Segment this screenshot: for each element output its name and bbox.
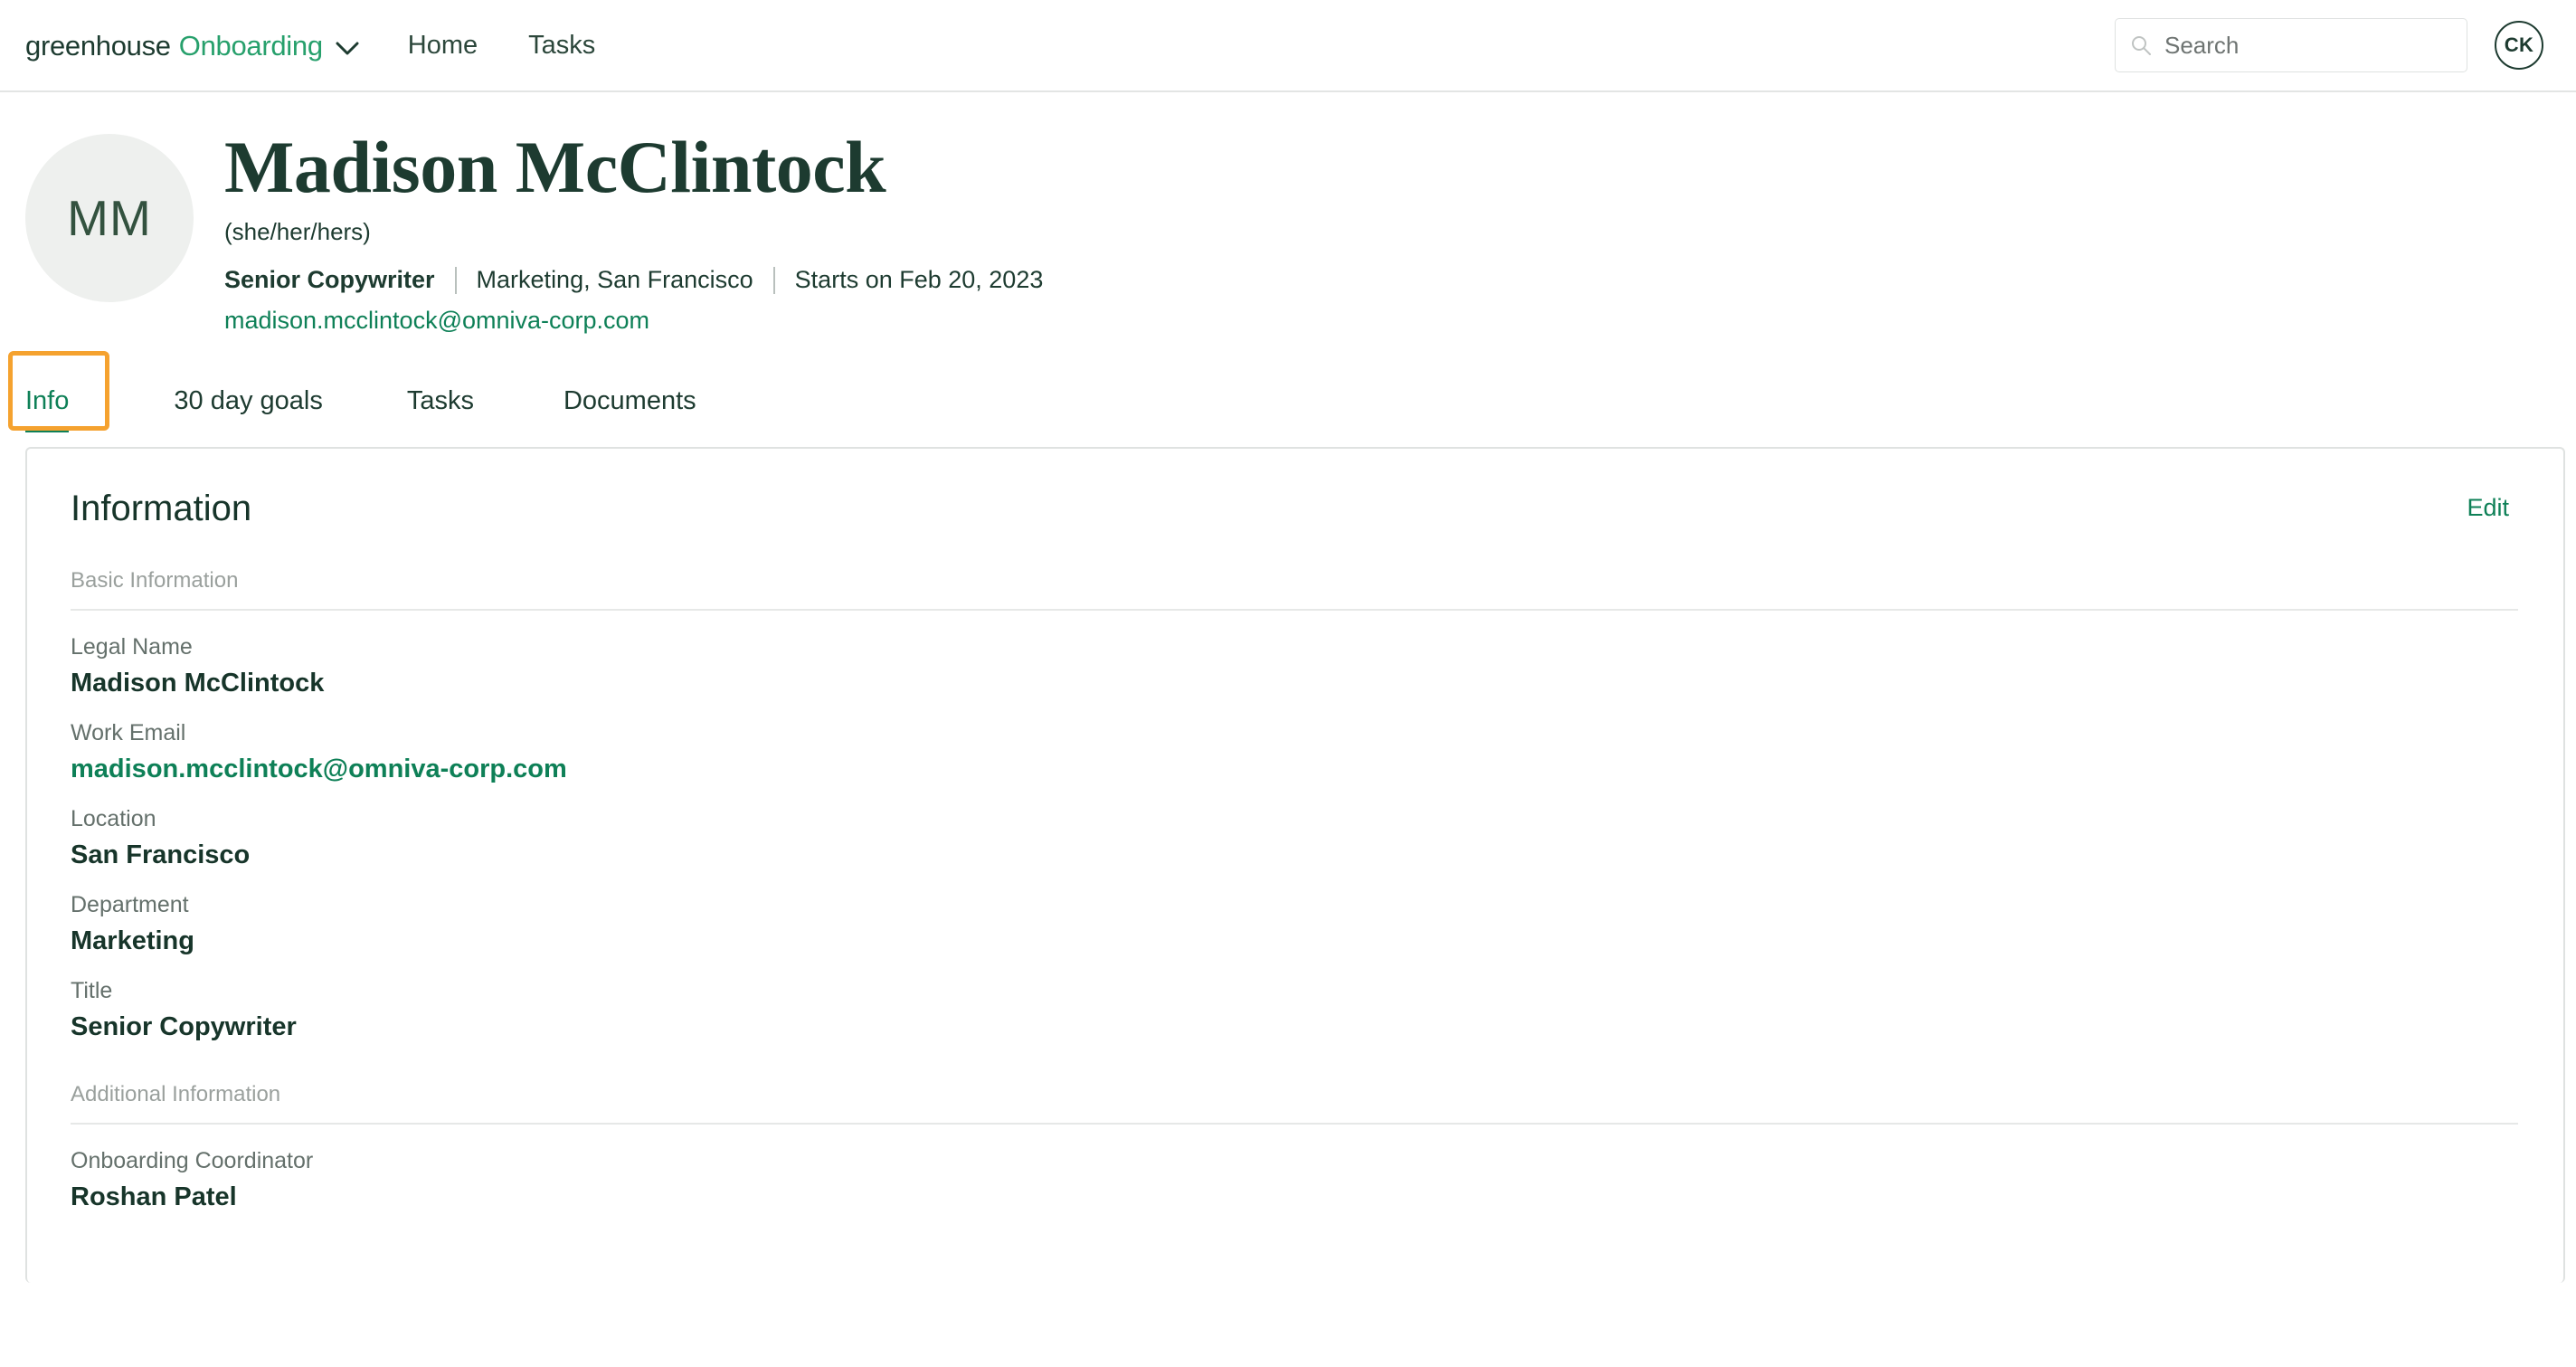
employee-identity-block: Madison McClintock (she/her/hers) Senior… [224, 125, 1043, 333]
brand-logo: greenhouse Onboarding [25, 32, 323, 60]
primary-nav-links: Home Tasks [406, 27, 598, 64]
section-label: Additional Information [71, 1081, 281, 1106]
information-card-title: Information [71, 488, 252, 528]
information-card-header: Information Edit [27, 449, 2563, 527]
field-value: San Francisco [71, 840, 251, 869]
field-onboarding-coordinator: Onboarding Coordinator Roshan Patel [71, 1147, 2518, 1211]
profile-tabs: Info 30 day goals Tasks Documents [0, 350, 2576, 432]
brand-name-greenhouse: greenhouse [25, 29, 171, 62]
search-icon [2130, 34, 2152, 56]
account-avatar[interactable]: CK [2495, 21, 2543, 70]
field-department: Department Marketing [71, 891, 2518, 955]
field-label: Department [71, 891, 189, 917]
employee-profile-header: MM Madison McClintock (she/her/hers) Sen… [0, 92, 2576, 333]
field-value: Senior Copywriter [71, 1011, 297, 1041]
tab-info[interactable]: Info [25, 387, 70, 432]
field-value: Madison McClintock [71, 668, 325, 698]
chevron-down-icon[interactable] [336, 42, 359, 55]
employee-title: Senior Copywriter [224, 266, 435, 294]
tab-30-day-goals[interactable]: 30 day goals [174, 387, 322, 432]
nav-link-tasks[interactable]: Tasks [526, 27, 597, 64]
employee-email-link[interactable]: madison.mcclintock@omniva-corp.com [224, 308, 1043, 333]
brand-product-onboarding: Onboarding [178, 29, 323, 62]
employee-avatar: MM [25, 134, 194, 302]
employee-start-date: Starts on Feb 20, 2023 [794, 266, 1044, 294]
section-additional-information: Additional Information Onboarding Coordi… [27, 1081, 2563, 1211]
field-legal-name: Legal Name Madison McClintock [71, 633, 2518, 698]
page-title: Madison McClintock [224, 126, 886, 208]
field-location: Location San Francisco [71, 805, 2518, 869]
meta-separator [454, 266, 457, 294]
tab-documents[interactable]: Documents [564, 387, 696, 432]
brand-product-switcher[interactable]: greenhouse Onboarding [25, 32, 359, 60]
field-title: Title Senior Copywriter [71, 977, 2518, 1041]
field-value: Marketing [71, 926, 194, 955]
section-label: Basic Information [71, 567, 239, 593]
field-label: Work Email [71, 719, 186, 745]
field-label: Location [71, 805, 156, 831]
field-label: Title [71, 977, 113, 1003]
search-input[interactable]: Search [2115, 18, 2467, 72]
meta-separator [772, 266, 775, 294]
edit-button[interactable]: Edit [2467, 496, 2509, 520]
field-value-email-link[interactable]: madison.mcclintock@omniva-corp.com [71, 755, 2518, 783]
section-divider [71, 608, 2518, 611]
field-value: Roshan Patel [71, 1182, 237, 1211]
tab-tasks[interactable]: Tasks [407, 387, 474, 432]
search-placeholder-text: Search [2164, 32, 2240, 59]
field-label: Legal Name [71, 633, 193, 660]
field-work-email: Work Email madison.mcclintock@omniva-cor… [71, 719, 2518, 783]
employee-department-location: Marketing, San Francisco [476, 266, 753, 294]
section-basic-information: Basic Information Legal Name Madison McC… [27, 567, 2563, 1041]
section-divider [71, 1122, 2518, 1125]
top-navigation-bar: greenhouse Onboarding Home Tasks Search … [0, 0, 2576, 92]
employee-meta-line: Senior Copywriter Marketing, San Francis… [224, 266, 1044, 294]
information-card: Information Edit Basic Information Legal… [25, 446, 2565, 1283]
field-label: Onboarding Coordinator [71, 1147, 314, 1173]
employee-pronouns: (she/her/hers) [224, 217, 371, 245]
top-bar-right-cluster: Search CK [2115, 18, 2543, 72]
nav-link-home[interactable]: Home [406, 27, 479, 64]
